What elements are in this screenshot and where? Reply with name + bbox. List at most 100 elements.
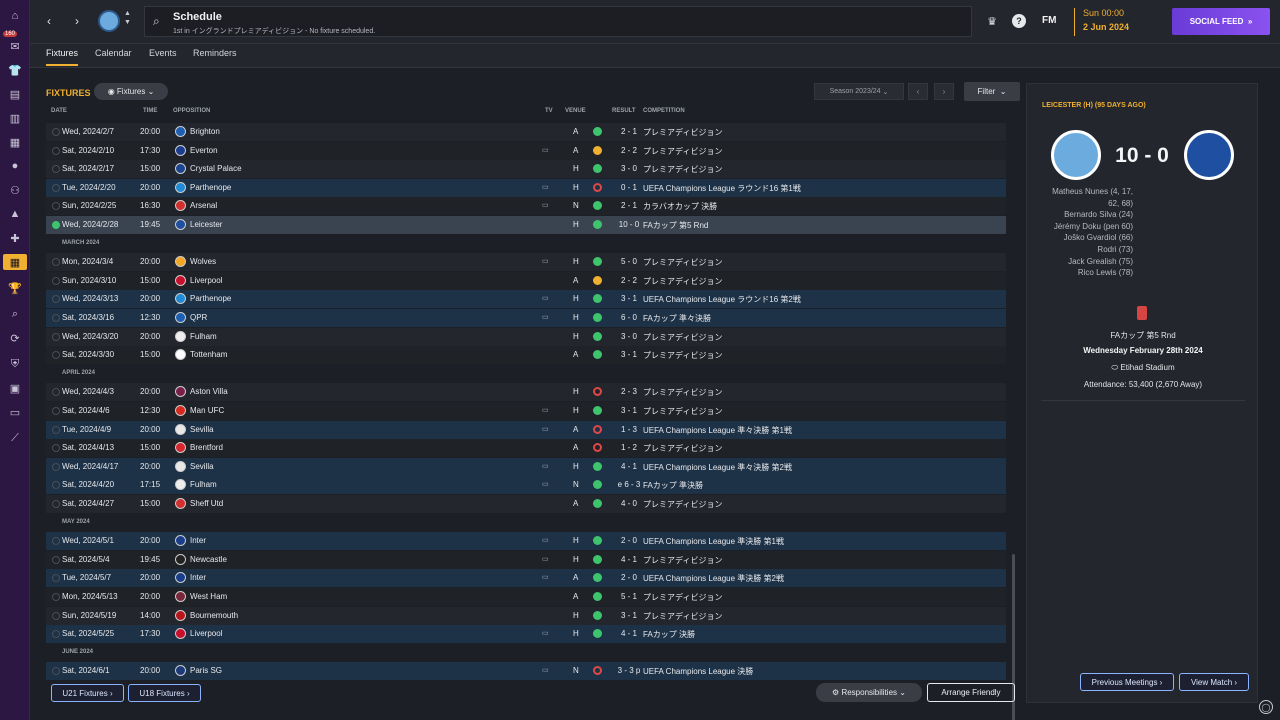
fixture-competition[interactable]: プレミアディビジョン xyxy=(643,387,722,398)
leicester-crest-icon[interactable] xyxy=(1184,130,1234,180)
fixture-result[interactable]: 2 - 1 xyxy=(614,201,644,210)
opponent-crest-icon[interactable] xyxy=(175,498,186,509)
opponent-name[interactable]: QPR xyxy=(190,313,207,322)
fixture-competition[interactable]: プレミアディビジョン xyxy=(643,555,722,566)
fixture-competition[interactable]: プレミアディビジョン xyxy=(643,332,722,343)
col-result[interactable]: RESULT xyxy=(612,108,636,114)
fixture-competition[interactable]: プレミアディビジョン xyxy=(643,611,722,622)
row-select-icon[interactable] xyxy=(52,481,60,490)
table-row[interactable]: Wed, 2024/3/13 20:00 Parthenope ▭ H 3 - 1 UEFA… xyxy=(46,290,1006,309)
man-city-crest-icon[interactable] xyxy=(1051,130,1101,180)
table-row[interactable]: Sat, 2024/3/16 12:30 QPR ▭ H 6 - 0 FAカップ 準々決勝 xyxy=(46,309,1006,327)
table-row[interactable]: Sun, 2024/3/10 15:00 Liverpool A 2 - 2 プレミアディ… xyxy=(46,271,1006,290)
row-select-icon[interactable] xyxy=(52,425,60,434)
row-select-icon[interactable] xyxy=(52,555,60,564)
table-row[interactable]: Tue, 2024/4/9 20:00 Sevilla ▭ A 1 - 3 UEFA Cha… xyxy=(46,420,1006,439)
table-row[interactable]: Sat, 2024/4/27 15:00 Sheff Utd A 4 - 0 プレミアディ… xyxy=(46,495,1006,513)
fixture-competition[interactable]: プレミアディビジョン xyxy=(643,443,722,454)
fixture-result[interactable]: 3 - 1 xyxy=(614,294,644,303)
opponent-crest-icon[interactable] xyxy=(175,200,186,212)
opponent-crest-icon[interactable] xyxy=(175,572,186,584)
col-competition[interactable]: COMPETITION xyxy=(643,108,685,114)
fixture-result[interactable]: 2 - 2 xyxy=(614,146,644,155)
fixture-competition[interactable]: UEFA Champions League ラウンド16 第2戦 xyxy=(643,294,801,305)
col-opposition[interactable]: OPPOSITION xyxy=(173,108,210,114)
fixture-result[interactable]: 2 - 1 xyxy=(614,127,644,136)
fixture-competition[interactable]: FAカップ 第5 Rnd xyxy=(643,220,708,231)
table-row[interactable]: Sat, 2024/6/1 20:00 Paris SG ▭ N 3 - 3 p UEFA … xyxy=(46,662,1006,681)
fixture-result[interactable]: 1 - 2 xyxy=(614,443,644,452)
medical-icon[interactable]: ✚ xyxy=(7,230,23,246)
opponent-name[interactable]: Sheff Utd xyxy=(190,499,223,508)
table-row[interactable]: Sat, 2024/4/13 15:00 Brentford A 1 - 2 プレミアディ… xyxy=(46,439,1006,458)
dev-centre-icon[interactable]: ▭ xyxy=(7,404,23,420)
opponent-name[interactable]: Inter xyxy=(190,573,206,582)
opponent-name[interactable]: Tottenham xyxy=(190,350,227,359)
page-search-box[interactable]: ⌕ Schedule 1st in イングランドプレミアディビジョン - No … xyxy=(144,6,972,37)
col-venue[interactable]: VENUE xyxy=(565,108,586,114)
table-row[interactable]: Wed, 2024/4/3 20:00 Aston Villa H 2 - 3 プレミアデ… xyxy=(46,383,1006,402)
table-row[interactable]: Wed, 2024/3/20 20:00 Fulham H 3 - 0 プレミアディビジョ… xyxy=(46,327,1006,346)
prev-season-button[interactable]: ‹ xyxy=(908,83,928,100)
row-select-icon[interactable] xyxy=(52,407,60,415)
opponent-name[interactable]: Crystal Palace xyxy=(190,164,242,173)
fixture-competition[interactable]: UEFA Champions League 準々決勝 第2戦 xyxy=(643,462,792,473)
table-row[interactable]: Wed, 2024/4/17 20:00 Sevilla ▭ H 4 - 1 UEFA Ch… xyxy=(46,457,1006,476)
opponent-name[interactable]: Inter xyxy=(190,536,206,545)
table-row[interactable]: Wed, 2024/2/28 19:45 Leicester H 10 - 0 FAカップ… xyxy=(46,216,1006,234)
opponent-name[interactable]: Brighton xyxy=(190,127,220,136)
opponent-name[interactable]: Wolves xyxy=(190,257,216,266)
u18-fixtures-button[interactable]: U18 Fixtures › xyxy=(128,684,201,702)
back-button[interactable]: ‹ xyxy=(40,10,58,32)
table-row[interactable]: Tue, 2024/5/7 20:00 Inter ▭ A 2 - 0 UEFA Champ… xyxy=(46,569,1006,588)
fixture-competition[interactable]: UEFA Champions League ラウンド16 第1戦 xyxy=(643,183,801,194)
schedule-icon[interactable]: ▦ xyxy=(3,254,27,270)
opponent-name[interactable]: Man UFC xyxy=(190,406,224,415)
fixture-result[interactable]: 3 - 1 xyxy=(614,350,644,359)
opponent-name[interactable]: Arsenal xyxy=(190,201,217,210)
opponent-name[interactable]: Brentford xyxy=(190,443,223,452)
fixture-result[interactable]: 3 - 0 xyxy=(614,332,644,341)
scorer[interactable]: Jack Grealish (75) xyxy=(1037,256,1133,268)
fixture-competition[interactable]: UEFA Champions League 準決勝 第2戦 xyxy=(643,573,784,584)
opponent-crest-icon[interactable] xyxy=(175,274,186,286)
fixture-result[interactable]: 3 - 1 xyxy=(614,406,644,415)
opponent-crest-icon[interactable] xyxy=(175,665,186,677)
table-row[interactable]: Sat, 2024/3/30 15:00 Tottenham A 3 - 1 プレミアディ… xyxy=(46,346,1006,365)
opponent-crest-icon[interactable] xyxy=(175,628,186,640)
opponent-crest-icon[interactable] xyxy=(175,181,186,193)
data-hub-icon[interactable]: ▥ xyxy=(7,110,23,126)
opponent-crest-icon[interactable] xyxy=(175,126,186,137)
row-select-icon[interactable] xyxy=(52,221,60,229)
fixture-result[interactable]: 3 - 3 p xyxy=(614,666,644,675)
scorer[interactable]: Rodri (73) xyxy=(1037,244,1133,256)
row-select-icon[interactable] xyxy=(52,351,60,360)
opponent-name[interactable]: Aston Villa xyxy=(190,387,228,396)
responsibilities-button[interactable]: ⚙ Responsibilities ⌄ xyxy=(816,683,922,702)
opponent-crest-icon[interactable] xyxy=(175,609,186,621)
opponent-name[interactable]: Liverpool xyxy=(190,276,222,285)
row-select-icon[interactable] xyxy=(52,276,60,285)
table-row[interactable]: Mon, 2024/3/4 20:00 Wolves ▭ H 5 - 0 プレミアディビジョ… xyxy=(46,253,1006,272)
fixture-competition[interactable]: プレミアディビジョン xyxy=(643,350,722,361)
opponent-crest-icon[interactable] xyxy=(175,312,186,323)
previous-meetings-button[interactable]: Previous Meetings › xyxy=(1080,673,1174,691)
fixture-competition[interactable]: UEFA Champions League 準々決勝 第1戦 xyxy=(643,425,792,436)
boots-icon[interactable]: ⟋ xyxy=(7,430,23,446)
fixture-result[interactable]: 6 - 0 xyxy=(614,313,644,322)
fixture-result[interactable]: 2 - 3 xyxy=(614,387,644,396)
opponent-crest-icon[interactable] xyxy=(175,535,186,547)
fixture-result[interactable]: 5 - 1 xyxy=(614,592,644,601)
opponent-crest-icon[interactable] xyxy=(175,219,186,230)
opponent-name[interactable]: Parthenope xyxy=(190,294,231,303)
table-row[interactable]: Wed, 2024/5/1 20:00 Inter ▭ H 2 - 0 UEFA Champ… xyxy=(46,532,1006,551)
tab-events[interactable]: Events xyxy=(149,48,177,64)
opponent-name[interactable]: Bournemouth xyxy=(190,611,238,620)
row-select-icon[interactable] xyxy=(52,295,60,304)
opponent-name[interactable]: Leicester xyxy=(190,220,222,229)
fixture-result[interactable]: 3 - 1 xyxy=(614,611,644,620)
club-info-icon[interactable]: ⛨ xyxy=(7,356,23,372)
row-select-icon[interactable] xyxy=(52,593,60,601)
opponent-name[interactable]: Parthenope xyxy=(190,183,231,192)
season-selector[interactable]: Season 2023/24 ⌄ xyxy=(814,83,904,100)
